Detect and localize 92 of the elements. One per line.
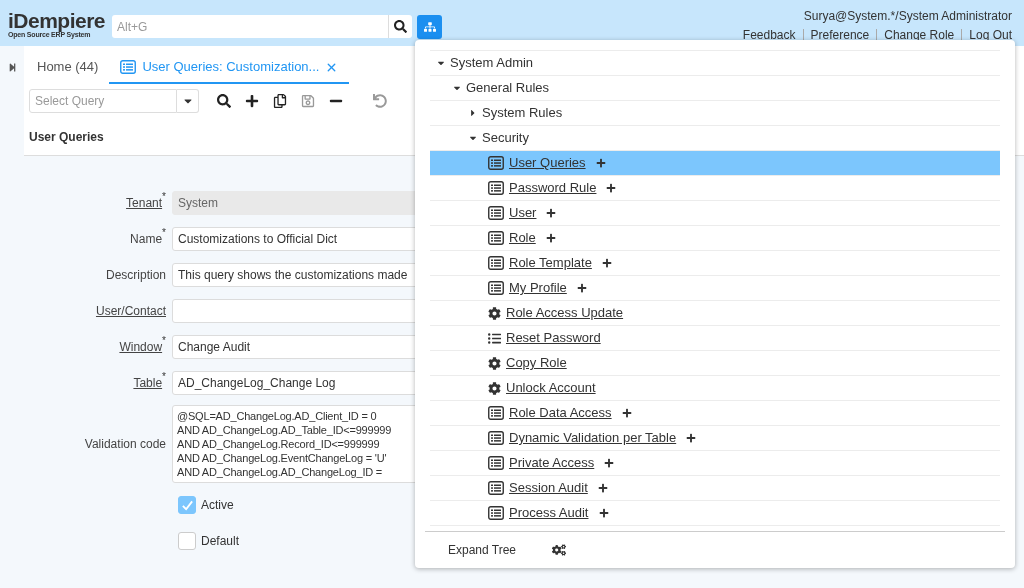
expand-panel-icon[interactable] xyxy=(7,63,17,72)
logo-text: iDempiere xyxy=(8,11,106,31)
gear-icon xyxy=(488,306,501,320)
list-window-icon xyxy=(488,431,504,445)
search-icon xyxy=(394,20,407,33)
required-mark: * xyxy=(162,192,166,202)
tree-item[interactable]: Unlock Account xyxy=(430,376,1000,401)
search-icon[interactable] xyxy=(217,94,231,108)
cogs-icon[interactable] xyxy=(552,543,567,557)
menu-link[interactable]: Role xyxy=(509,228,536,248)
list-window-icon xyxy=(488,256,504,270)
header-link[interactable]: Feedback xyxy=(742,27,796,43)
tree-item[interactable]: My Profile xyxy=(430,276,1000,301)
required-mark: * xyxy=(162,228,166,238)
new-record-icon[interactable] xyxy=(245,94,259,108)
menu-link[interactable]: Private Access xyxy=(509,453,595,473)
list-window-icon xyxy=(488,281,504,295)
list-window-icon xyxy=(488,156,504,170)
menu-link[interactable]: Process Audit xyxy=(509,503,589,523)
plus-icon[interactable] xyxy=(545,233,556,243)
folder-label: System Admin xyxy=(450,54,534,73)
field-label[interactable]: Table xyxy=(133,374,163,392)
menu-link[interactable]: Role Access Update xyxy=(506,303,624,323)
list-window-icon xyxy=(488,231,504,245)
tree-item[interactable]: Copy Role xyxy=(430,351,1000,376)
tree-item[interactable]: User xyxy=(430,201,1000,226)
checkbox-label: Default xyxy=(201,533,240,550)
tree-item[interactable]: Reset Password xyxy=(430,326,1000,351)
folder-label: General Rules xyxy=(466,79,550,98)
tree-item[interactable]: Role Access Update xyxy=(430,301,1000,326)
folder-label: Security xyxy=(482,129,529,148)
tree-item[interactable]: User Queries xyxy=(430,151,1000,176)
plus-icon[interactable] xyxy=(546,208,557,218)
tree-item[interactable]: Role xyxy=(430,226,1000,251)
list-window-icon xyxy=(488,506,504,520)
header-link[interactable]: Change Role xyxy=(884,27,955,43)
tree-item[interactable]: Session Audit xyxy=(430,476,1000,501)
tree-item[interactable]: Role Data Access xyxy=(430,401,1000,426)
required-mark: * xyxy=(162,336,166,346)
list-window-icon xyxy=(488,181,504,195)
required-mark: * xyxy=(162,372,166,382)
list-icon xyxy=(488,331,501,345)
plus-icon[interactable] xyxy=(598,508,609,518)
tree-folder-row[interactable]: System Admin xyxy=(430,51,1000,76)
plus-icon[interactable] xyxy=(601,258,612,268)
copy-icon[interactable] xyxy=(273,94,287,108)
gear-icon xyxy=(488,381,501,395)
list-window-icon xyxy=(120,60,137,74)
query-select-field[interactable]: Select Query xyxy=(29,89,177,113)
field-label[interactable]: Tenant xyxy=(126,194,163,212)
field-label[interactable]: Window xyxy=(119,338,163,356)
undo-icon[interactable] xyxy=(373,94,387,108)
plus-icon[interactable] xyxy=(576,283,587,293)
field-label: Validation code xyxy=(84,436,166,453)
search-button[interactable] xyxy=(388,15,412,38)
form-title: User Queries xyxy=(29,128,104,146)
dropdown-button[interactable] xyxy=(177,89,199,113)
tree-item[interactable]: Dynamic Validation per Table xyxy=(430,426,1000,451)
header-link[interactable]: Preference xyxy=(810,27,870,43)
plus-icon[interactable] xyxy=(597,483,608,493)
tree-item[interactable]: Role Template xyxy=(430,251,1000,276)
check-icon xyxy=(180,498,194,512)
checkbox[interactable] xyxy=(178,496,196,514)
menu-link[interactable]: User Queries xyxy=(509,153,586,173)
user-role-text: Surya@System.*/System Administrator xyxy=(803,8,1012,24)
list-window-icon xyxy=(488,456,504,470)
plus-icon[interactable] xyxy=(595,158,606,168)
plus-icon[interactable] xyxy=(621,408,632,418)
tree-folder-row[interactable]: General Rules xyxy=(430,76,1000,101)
menu-tree-button[interactable] xyxy=(417,15,442,39)
search-field[interactable]: Alt+G xyxy=(112,15,388,38)
tree-folder-row[interactable]: System Rules xyxy=(430,101,1000,126)
field-label[interactable]: User/Contact xyxy=(95,302,166,320)
tab[interactable]: Home (44) xyxy=(26,52,110,84)
plus-icon[interactable] xyxy=(606,183,617,193)
sitemap-icon xyxy=(423,21,436,33)
list-window-icon xyxy=(488,481,504,495)
plus-icon[interactable] xyxy=(686,433,697,443)
tree-item[interactable]: Process Audit xyxy=(430,501,1000,526)
checkbox-label: Active xyxy=(201,497,234,514)
tree-item[interactable]: Private Access xyxy=(430,451,1000,476)
save-icon[interactable] xyxy=(301,94,315,108)
tree-item[interactable]: Password Rule xyxy=(430,176,1000,201)
list-window-icon xyxy=(488,406,504,420)
field-label: Description xyxy=(105,267,166,284)
gear-icon xyxy=(488,356,501,370)
folder-label: System Rules xyxy=(482,104,563,123)
expand-tree-label[interactable]: Expand Tree xyxy=(448,541,517,559)
checkbox[interactable] xyxy=(178,532,196,550)
list-window-icon xyxy=(488,206,504,220)
field-label: Name xyxy=(130,232,163,248)
plus-icon[interactable] xyxy=(604,458,615,468)
